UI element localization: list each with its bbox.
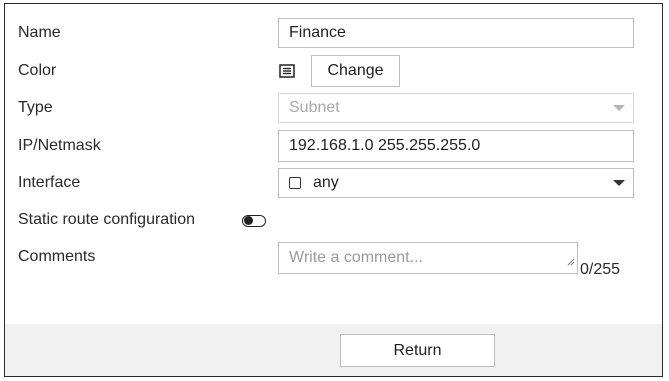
type-value: Subnet: [289, 99, 340, 116]
name-label: Name: [18, 24, 61, 41]
comments-textarea[interactable]: Write a comment...: [278, 242, 578, 274]
color-swatch-icon[interactable]: [279, 64, 295, 83]
dialog-footer: Return: [5, 324, 662, 376]
chevron-down-icon: [613, 180, 625, 186]
name-row: Name Finance: [5, 18, 662, 52]
toggle-knob: [244, 216, 253, 225]
color-label: Color: [18, 62, 57, 79]
change-color-label: Change: [327, 62, 384, 79]
ip-row: IP/Netmask 192.168.1.0 255.255.255.0: [5, 130, 662, 164]
ip-label: IP/Netmask: [18, 137, 101, 154]
interface-label: Interface: [18, 174, 81, 191]
change-color-button[interactable]: Change: [311, 55, 400, 87]
interface-value: any: [313, 174, 339, 191]
static-route-row: Static route configuration: [5, 209, 662, 233]
comment-char-counter: 0/255: [580, 261, 621, 278]
type-row: Type Subnet: [5, 93, 662, 127]
static-route-label: Static route configuration: [18, 211, 195, 228]
type-label: Type: [18, 99, 53, 116]
interface-checkbox-icon: [289, 177, 301, 189]
type-select[interactable]: Subnet: [278, 93, 634, 123]
interface-row: Interface any: [5, 168, 662, 202]
comments-placeholder: Write a comment...: [289, 249, 423, 266]
color-row: Color Change: [5, 54, 662, 90]
static-route-toggle[interactable]: [242, 215, 266, 227]
address-dialog: Name Finance Color Change Type Subnet IP…: [4, 3, 663, 377]
name-value: Finance: [289, 24, 346, 41]
interface-select[interactable]: any: [278, 168, 634, 198]
return-label: Return: [393, 341, 442, 359]
return-button[interactable]: Return: [340, 334, 495, 367]
comments-row: Comments Write a comment... 0/255: [5, 242, 662, 278]
chevron-down-icon: [613, 105, 625, 111]
name-input[interactable]: Finance: [278, 18, 634, 48]
comments-label: Comments: [18, 248, 96, 265]
ip-netmask-input[interactable]: 192.168.1.0 255.255.255.0: [278, 130, 634, 162]
resize-handle-icon[interactable]: [567, 253, 575, 271]
ip-value: 192.168.1.0 255.255.255.0: [289, 137, 481, 154]
